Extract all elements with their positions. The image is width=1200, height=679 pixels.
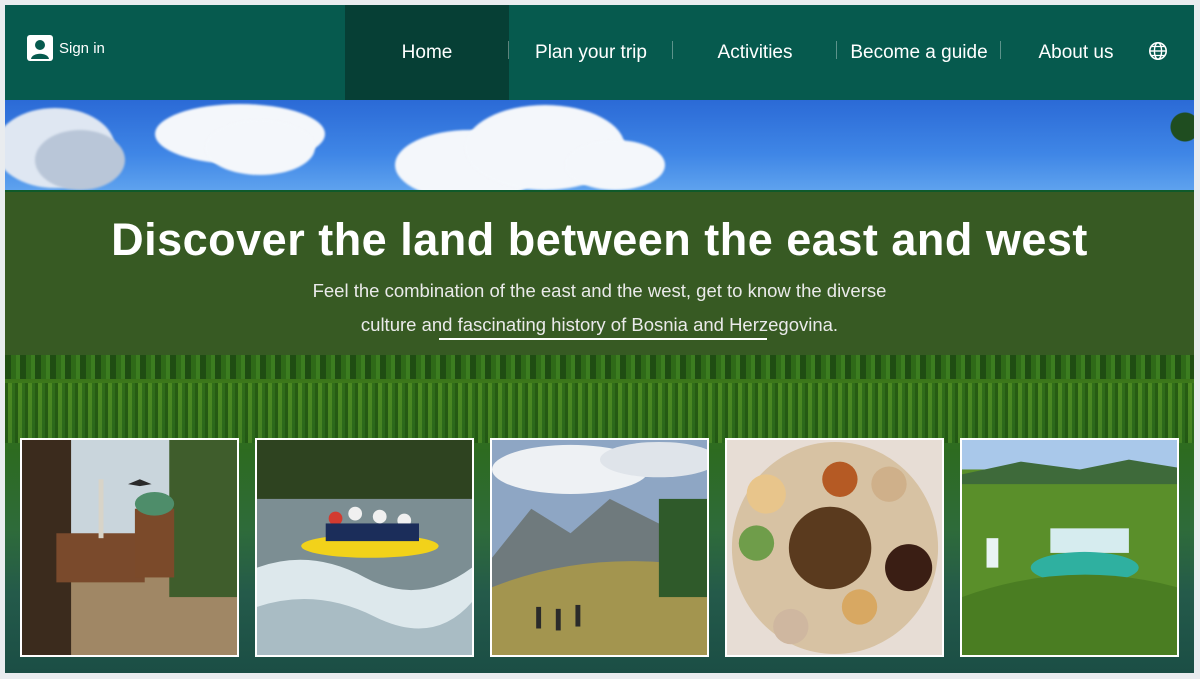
hero-subtitle: Feel the combination of the east and the…: [5, 274, 1194, 342]
card-food[interactable]: [725, 438, 944, 657]
hero-divider: [439, 338, 767, 340]
nav-item-label: Home: [401, 41, 453, 63]
hero-subtitle-line-2: culture and fascinating history of Bosni…: [360, 314, 839, 335]
nav-item-label: Become a guide: [850, 41, 988, 63]
nav-item-become-a-guide[interactable]: Become a guide: [837, 5, 1001, 100]
rafting-image: [257, 440, 472, 655]
card-hiking[interactable]: [490, 438, 709, 657]
nav-item-label: About us: [1038, 41, 1114, 63]
user-icon: [27, 35, 53, 61]
sign-in-label: Sign in: [59, 39, 105, 57]
hero-banner: Discover the land between the east and w…: [5, 192, 1194, 355]
nav-item-activities[interactable]: Activities: [673, 5, 837, 100]
globe-icon[interactable]: [1148, 41, 1168, 61]
hero-subtitle-line-1: Feel the combination of the east and the…: [312, 280, 887, 301]
hiking-image: [492, 440, 707, 655]
page: Sign in Home Plan your trip Activities B…: [5, 5, 1194, 673]
sign-in-link[interactable]: Sign in: [27, 35, 105, 61]
sky-background: [5, 100, 1194, 190]
nav-item-label: Activities: [717, 41, 793, 63]
card-rafting[interactable]: [255, 438, 474, 657]
nav-item-about-us[interactable]: About us: [1001, 5, 1151, 100]
card-sarajevo-fountain[interactable]: [20, 438, 239, 657]
water-reflection: [5, 383, 1194, 443]
sarajevo-fountain-image: [22, 440, 237, 655]
main-menu: Home Plan your trip Activities Become a …: [345, 5, 1151, 100]
food-platter-image: [727, 440, 942, 655]
top-navigation: Sign in Home Plan your trip Activities B…: [5, 5, 1194, 100]
hero-title: Discover the land between the east and w…: [111, 214, 1088, 265]
nav-item-plan-your-trip[interactable]: Plan your trip: [509, 5, 673, 100]
waterfalls-image: [962, 440, 1177, 655]
card-waterfalls[interactable]: [960, 438, 1179, 657]
nav-item-home[interactable]: Home: [345, 5, 509, 100]
nav-item-label: Plan your trip: [535, 41, 647, 63]
treeline: [5, 355, 1194, 379]
